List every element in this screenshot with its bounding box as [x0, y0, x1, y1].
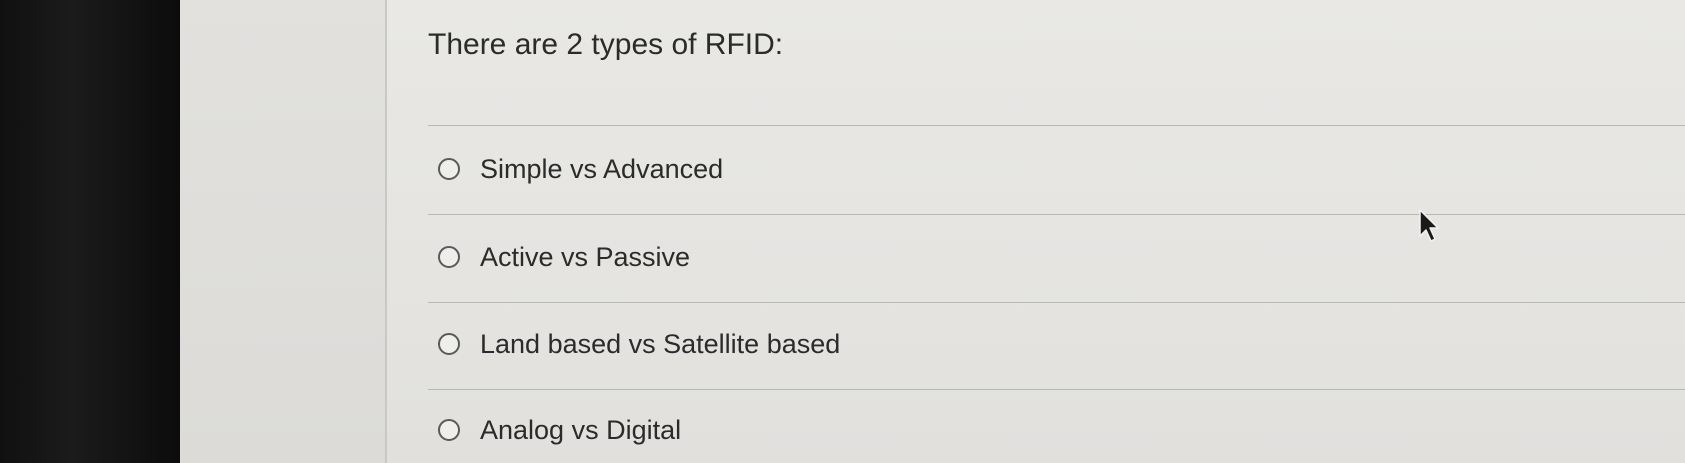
mouse-pointer-icon [1419, 209, 1439, 242]
radio-circle-icon[interactable] [438, 419, 460, 441]
divider [428, 214, 1685, 215]
divider [428, 389, 1685, 390]
radio-circle-icon[interactable] [438, 246, 460, 268]
divider [428, 302, 1685, 303]
option-label: Analog vs Digital [480, 414, 682, 445]
monitor-bezel [0, 0, 180, 463]
option-label: Simple vs Advanced [480, 153, 724, 184]
option-label: Land based vs Satellite based [480, 328, 841, 359]
option-label: Active vs Passive [480, 241, 691, 272]
option-active-vs-passive[interactable]: Active vs Passive [438, 237, 1038, 277]
left-side-panel [180, 0, 385, 463]
radio-circle-icon[interactable] [438, 158, 460, 180]
divider [428, 125, 1685, 126]
question-prompt: There are 2 types of RFID: [428, 28, 784, 61]
question-content-area [387, 0, 1685, 463]
option-simple-vs-advanced[interactable]: Simple vs Advanced [438, 149, 1038, 189]
option-analog-vs-digital[interactable]: Analog vs Digital [438, 410, 1038, 450]
radio-circle-icon[interactable] [438, 333, 460, 355]
option-land-vs-satellite[interactable]: Land based vs Satellite based [438, 324, 1038, 364]
